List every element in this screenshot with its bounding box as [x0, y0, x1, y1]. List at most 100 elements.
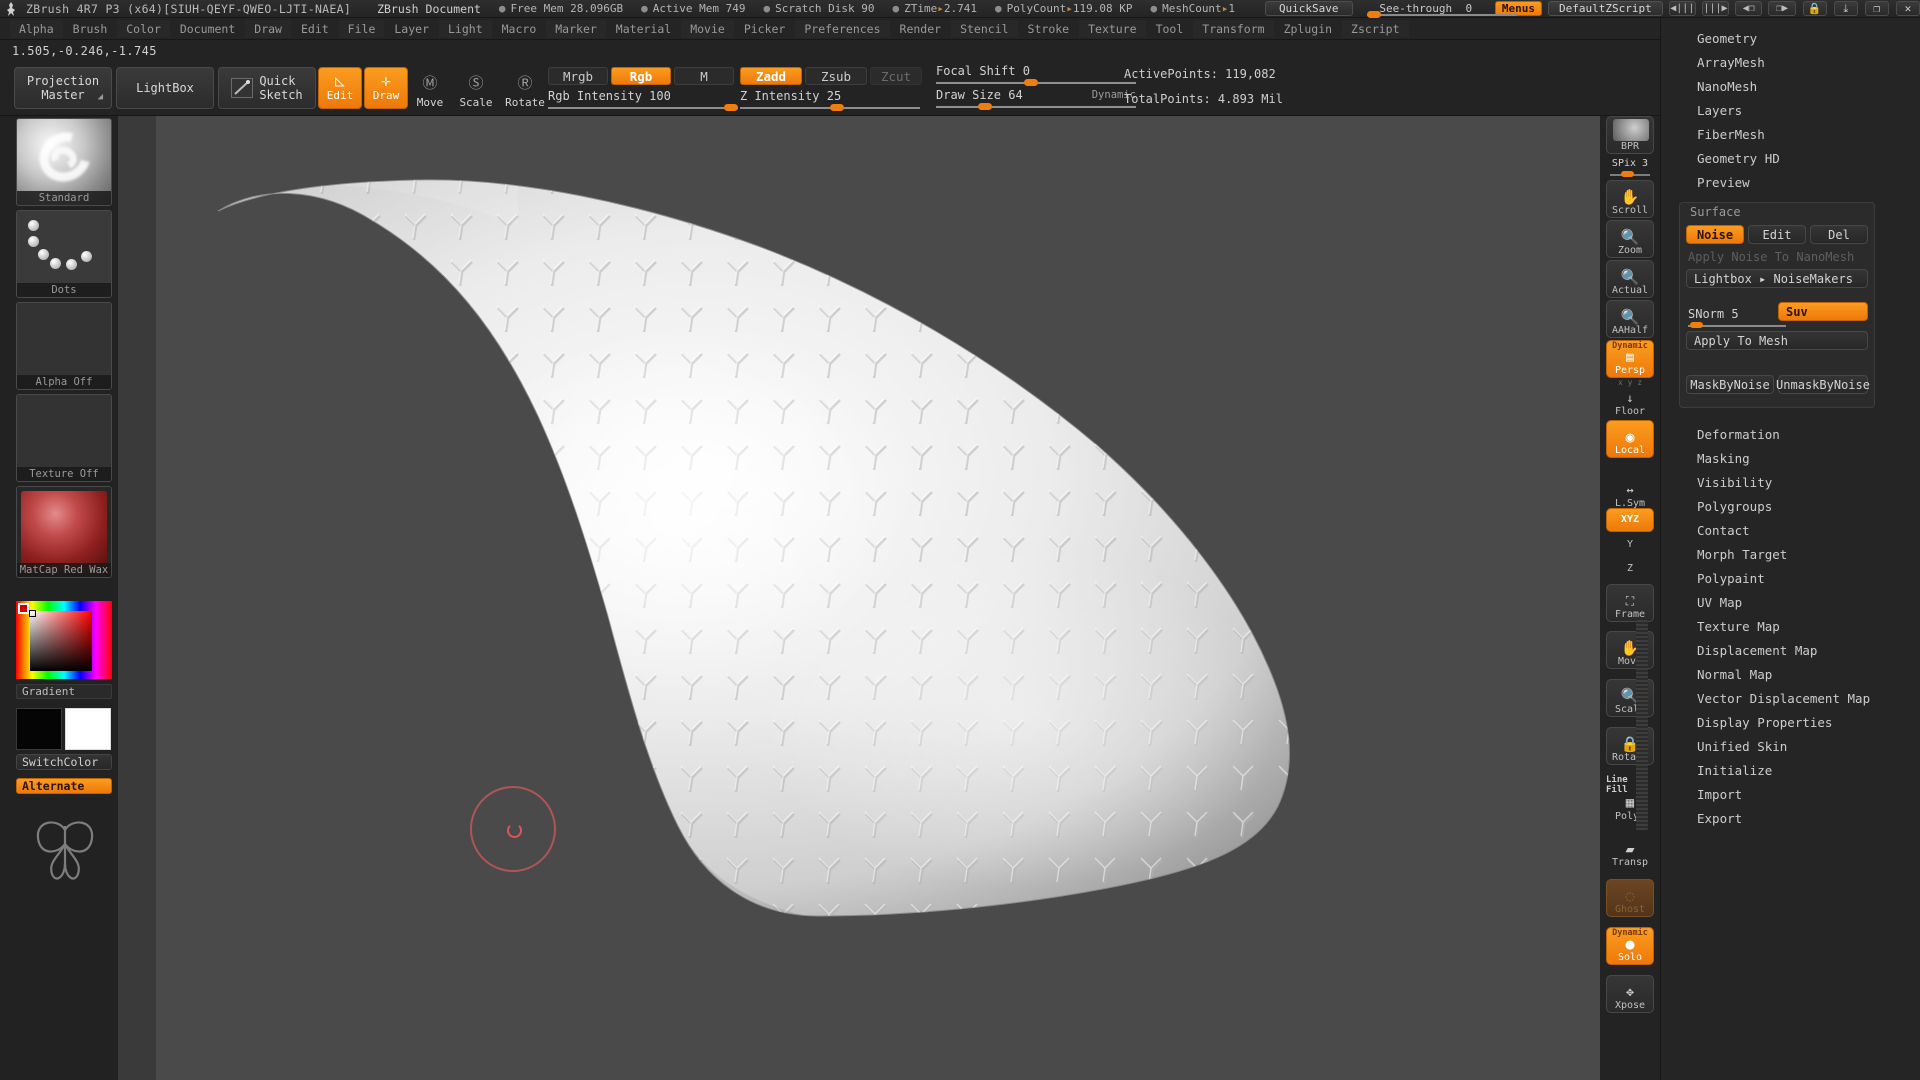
saturation-value-field[interactable] — [30, 611, 92, 671]
tool-section-polypaint[interactable]: Polypaint — [1661, 566, 1920, 590]
z-intensity-slider[interactable]: Z Intensity 25 — [740, 89, 920, 111]
bpr-button[interactable]: BPR — [1606, 116, 1654, 154]
transparency-button[interactable]: ▰ Transp — [1606, 831, 1654, 869]
edit-mode-button[interactable]: ◺ Edit — [318, 67, 362, 109]
floor-button[interactable]: x y z ↓ Floor — [1606, 378, 1654, 418]
tool-section-display-properties[interactable]: Display Properties — [1661, 710, 1920, 734]
draw-size-knob[interactable] — [978, 103, 992, 110]
m-button[interactable]: M — [674, 67, 734, 85]
menu-item-document[interactable]: Document — [171, 20, 244, 38]
tool-section-morph-target[interactable]: Morph Target — [1661, 542, 1920, 566]
draw-mode-button[interactable]: ✛ Draw — [364, 67, 408, 109]
tool-section-nanomesh[interactable]: NanoMesh — [1661, 74, 1920, 98]
tool-section-uv-map[interactable]: UV Map — [1661, 590, 1920, 614]
suv-button[interactable]: Suv — [1778, 302, 1868, 321]
rotate-mode-button[interactable]: Ⓡ Rotate — [502, 70, 548, 110]
menu-item-edit[interactable]: Edit — [292, 20, 338, 38]
close-button[interactable]: ✕ — [1895, 1, 1920, 16]
actual-button[interactable]: 🔍 Actual — [1606, 260, 1654, 298]
nav-next-button[interactable]: |||▶ — [1701, 1, 1730, 16]
alternate-button[interactable]: Alternate — [16, 778, 112, 794]
menu-item-movie[interactable]: Movie — [681, 19, 734, 38]
menu-item-color[interactable]: Color — [117, 19, 170, 38]
see-through-knob[interactable] — [1366, 11, 1381, 18]
menu-item-draw[interactable]: Draw — [245, 19, 291, 38]
current-stroke-slot[interactable]: Dots — [16, 210, 112, 298]
menu-item-transform[interactable]: Transform — [1193, 19, 1274, 38]
tool-section-unified-skin[interactable]: Unified Skin — [1661, 734, 1920, 758]
tool-section-visibility[interactable]: Visibility — [1661, 470, 1920, 494]
menu-item-texture[interactable]: Texture — [1079, 19, 1146, 38]
unmask-by-noise-button[interactable]: UnmaskByNoise — [1776, 375, 1870, 394]
current-texture-slot[interactable]: Texture Off — [16, 394, 112, 482]
quick-sketch-button[interactable]: Quick Sketch — [218, 67, 316, 109]
doc-prev-button[interactable]: ◀❐ — [1735, 1, 1763, 16]
canvas-scroll-grip[interactable] — [1636, 620, 1648, 830]
zscript-button[interactable]: DefaultZScript — [1547, 1, 1663, 16]
solo-button[interactable]: Dynamic ● Solo — [1606, 927, 1654, 965]
secondary-color-swatch[interactable] — [65, 708, 111, 750]
tool-section-vector-displacement-map[interactable]: Vector Displacement Map — [1661, 686, 1920, 710]
noise-button[interactable]: Noise — [1686, 225, 1744, 244]
tool-section-geometry-hd[interactable]: Geometry HD — [1661, 146, 1920, 170]
persp-button[interactable]: Dynamic ▤ Persp — [1606, 340, 1654, 378]
noise-edit-button[interactable]: Edit — [1748, 225, 1806, 244]
tool-section-deformation[interactable]: Deformation — [1661, 422, 1920, 446]
zsub-button[interactable]: Zsub — [805, 67, 867, 85]
scale-mode-button[interactable]: Ⓢ Scale — [456, 70, 496, 110]
zoom-button[interactable]: 🔍 Zoom — [1606, 220, 1654, 258]
tool-section-texture-map[interactable]: Texture Map — [1661, 614, 1920, 638]
xpose-button[interactable]: ✥ Xpose — [1606, 975, 1654, 1013]
tool-section-geometry[interactable]: Geometry — [1661, 26, 1920, 50]
z-axis-button[interactable]: Z — [1606, 558, 1654, 580]
minimize-button[interactable]: ⤓ — [1833, 1, 1858, 16]
menu-item-layer[interactable]: Layer — [385, 20, 438, 38]
restore-button[interactable]: ❐ — [1864, 1, 1889, 16]
aahalf-button[interactable]: 🔍 AAHalf — [1606, 300, 1654, 338]
tool-section-masking[interactable]: Masking — [1661, 446, 1920, 470]
doc-next-button[interactable]: ❐▶ — [1768, 1, 1796, 16]
menu-item-file[interactable]: File — [338, 19, 385, 38]
menu-item-stencil[interactable]: Stencil — [951, 19, 1018, 38]
current-material-slot[interactable]: MatCap Red Wax — [16, 486, 112, 578]
xyz-button[interactable]: XYZ — [1606, 508, 1654, 532]
tool-section-contact[interactable]: Contact — [1661, 518, 1920, 542]
nav-prev-button[interactable]: ◀||| — [1668, 1, 1696, 16]
frame-button[interactable]: ⛶ Frame — [1606, 584, 1654, 622]
snorm-knob[interactable] — [1690, 322, 1703, 328]
menu-item-stroke[interactable]: Stroke — [1019, 20, 1079, 38]
menu-item-zplugin[interactable]: Zplugin — [1275, 20, 1341, 38]
rgb-intensity-slider[interactable]: Rgb Intensity 100 — [548, 89, 738, 111]
lock-icon[interactable]: 🔒 — [1802, 1, 1827, 16]
tool-section-initialize[interactable]: Initialize — [1661, 758, 1920, 782]
ghost-button[interactable]: ◌ Ghost — [1606, 879, 1654, 917]
menu-item-preferences[interactable]: Preferences — [795, 19, 890, 38]
tool-section-import[interactable]: Import — [1661, 782, 1920, 806]
z-intensity-knob[interactable] — [830, 104, 844, 111]
current-brush-slot[interactable]: Standard — [16, 118, 112, 206]
apply-to-mesh-button[interactable]: Apply To Mesh — [1686, 331, 1868, 350]
sculpt-canvas[interactable] — [118, 116, 1600, 1080]
menu-item-render[interactable]: Render — [891, 20, 951, 38]
tool-section-preview[interactable]: Preview — [1661, 170, 1920, 194]
menu-item-tool[interactable]: Tool — [1147, 20, 1193, 38]
draw-size-slider[interactable]: Draw Size 64 Dynamic — [936, 88, 1136, 110]
noise-del-button[interactable]: Del — [1810, 225, 1868, 244]
menu-item-picker[interactable]: Picker — [735, 20, 795, 38]
focal-shift-slider[interactable]: Focal Shift 0 — [936, 64, 1136, 86]
spix-knob[interactable] — [1621, 171, 1634, 177]
zadd-button[interactable]: Zadd — [740, 67, 802, 85]
menu-item-macro[interactable]: Macro — [493, 20, 546, 38]
tool-section-export[interactable]: Export — [1661, 806, 1920, 830]
scroll-button[interactable]: ✋ Scroll — [1606, 180, 1654, 218]
zcut-button[interactable]: Zcut — [870, 67, 922, 85]
tool-section-fibermesh[interactable]: FiberMesh — [1661, 122, 1920, 146]
tool-section-normal-map[interactable]: Normal Map — [1661, 662, 1920, 686]
current-alpha-slot[interactable]: Alpha Off — [16, 302, 112, 390]
lightbox-button[interactable]: LightBox — [116, 67, 214, 109]
menu-item-material[interactable]: Material — [607, 20, 680, 38]
move-mode-button[interactable]: Ⓜ Move — [410, 70, 450, 110]
menu-item-marker[interactable]: Marker — [546, 19, 606, 38]
local-button[interactable]: ◉ Local — [1606, 420, 1654, 458]
switch-color-button[interactable]: SwitchColor — [16, 754, 112, 770]
